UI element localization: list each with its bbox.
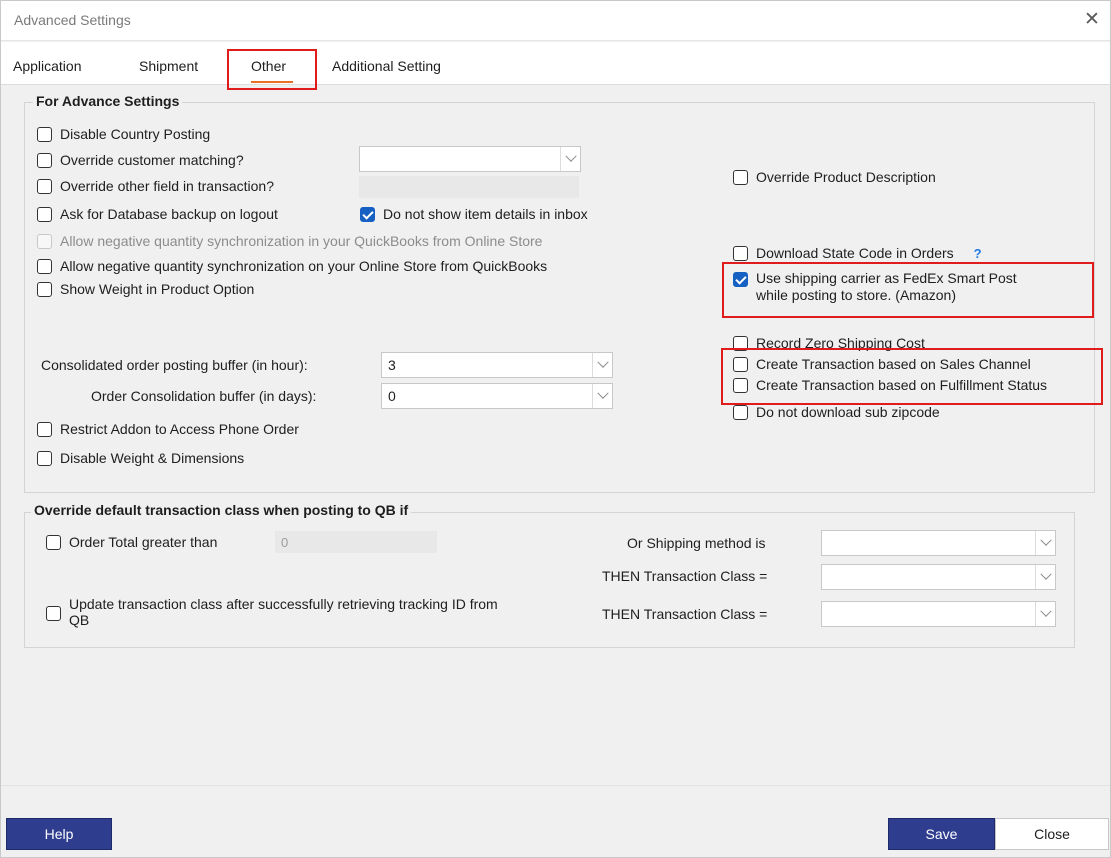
consolidation-days-value: 0: [388, 388, 396, 404]
no-item-details-row[interactable]: Do not show item details in inbox: [360, 204, 588, 224]
chevron-down-icon[interactable]: [592, 384, 612, 408]
no-item-details-checkbox[interactable]: [360, 206, 375, 222]
consolidation-days-select[interactable]: 0: [381, 383, 613, 409]
ask-backup-label: Ask for Database backup on logout: [60, 206, 278, 222]
ask-backup-row[interactable]: Ask for Database backup on logout: [37, 204, 278, 224]
ask-backup-checkbox[interactable]: [37, 206, 52, 222]
customer-matching-select[interactable]: [359, 146, 581, 172]
order-total-label: Order Total greater than: [69, 534, 218, 550]
fedex-smart-post-row[interactable]: Use shipping carrier as FedEx Smart Post…: [733, 270, 1017, 306]
tab-bar: Application Shipment Other Additional Se…: [1, 42, 1110, 85]
update-class-label-line2: QB: [69, 612, 90, 628]
consolidated-hour-select[interactable]: 3: [381, 352, 613, 378]
no-item-details-label: Do not show item details in inbox: [383, 206, 588, 222]
chevron-down-icon[interactable]: [1035, 602, 1055, 626]
disable-weight-checkbox[interactable]: [37, 450, 52, 466]
footer-separator: [1, 785, 1110, 786]
download-state-code-checkbox[interactable]: [733, 245, 748, 261]
fedex-smart-post-label: Use shipping carrier as FedEx Smart Post…: [756, 270, 1017, 304]
order-total-row[interactable]: Order Total greater than: [46, 532, 217, 552]
consolidated-hour-value: 3: [388, 357, 396, 373]
update-class-label-line1: Update transaction class after successfu…: [69, 596, 498, 612]
then-class-label-1: THEN Transaction Class =: [602, 568, 768, 584]
fedex-smart-post-checkbox[interactable]: [733, 272, 748, 287]
fedex-smart-post-label-line1: Use shipping carrier as FedEx Smart Post: [756, 270, 1017, 286]
chevron-down-icon[interactable]: [592, 353, 612, 377]
highlight-other-tab: [227, 49, 317, 90]
disable-country-posting-label: Disable Country Posting: [60, 126, 211, 142]
other-field-input[interactable]: [359, 176, 579, 198]
chevron-down-icon[interactable]: [560, 147, 580, 171]
advanced-settings-window: Advanced Settings ✕ Application Shipment…: [0, 0, 1111, 858]
download-state-code-label: Download State Code in Orders: [756, 245, 954, 261]
update-class-label: Update transaction class after successfu…: [69, 596, 498, 628]
no-sub-zipcode-row[interactable]: Do not download sub zipcode: [733, 402, 940, 422]
show-weight-checkbox[interactable]: [37, 281, 52, 297]
update-class-row[interactable]: Update transaction class after successfu…: [46, 596, 498, 632]
help-icon[interactable]: ?: [974, 246, 982, 261]
tab-application[interactable]: Application: [13, 58, 82, 74]
show-weight-row[interactable]: Show Weight in Product Option: [37, 279, 254, 299]
override-other-field-label: Override other field in transaction?: [60, 178, 274, 194]
override-other-field-row[interactable]: Override other field in transaction?: [37, 176, 274, 196]
close-button[interactable]: Close: [995, 818, 1109, 850]
allow-negative-qb-checkbox[interactable]: [37, 233, 52, 249]
override-other-field-checkbox[interactable]: [37, 178, 52, 194]
advance-settings-legend: For Advance Settings: [33, 93, 183, 109]
close-icon[interactable]: ✕: [1081, 9, 1103, 31]
chevron-down-icon[interactable]: [1035, 565, 1055, 589]
override-class-legend: Override default transaction class when …: [31, 502, 412, 518]
allow-negative-qb-label: Allow negative quantity synchronization …: [60, 233, 543, 249]
tab-additional-setting[interactable]: Additional Setting: [332, 58, 441, 74]
no-sub-zipcode-checkbox[interactable]: [733, 404, 748, 420]
override-product-desc-checkbox[interactable]: [733, 169, 748, 185]
window-title: Advanced Settings: [14, 12, 131, 28]
allow-negative-store-row[interactable]: Allow negative quantity synchronization …: [37, 256, 547, 276]
then-class-select-1[interactable]: [821, 564, 1056, 590]
shipping-method-label: Or Shipping method is: [627, 535, 766, 551]
chevron-down-icon[interactable]: [1035, 531, 1055, 555]
tab-shipment[interactable]: Shipment: [139, 58, 198, 74]
show-weight-label: Show Weight in Product Option: [60, 281, 255, 297]
download-state-code-row[interactable]: Download State Code in Orders ?: [733, 243, 982, 263]
disable-weight-label: Disable Weight & Dimensions: [60, 450, 245, 466]
help-button[interactable]: Help: [6, 818, 112, 850]
override-customer-matching-label: Override customer matching?: [60, 152, 244, 168]
disable-country-posting-checkbox[interactable]: [37, 126, 52, 142]
fedex-smart-post-label-line2: while posting to store. (Amazon): [756, 287, 956, 303]
override-customer-matching-row[interactable]: Override customer matching?: [37, 150, 244, 170]
then-class-label-2: THEN Transaction Class =: [602, 606, 768, 622]
allow-negative-store-label: Allow negative quantity synchronization …: [60, 258, 548, 274]
title-bar: Advanced Settings ✕: [1, 1, 1110, 41]
then-class-select-2[interactable]: [821, 601, 1056, 627]
order-total-input[interactable]: 0: [275, 531, 437, 553]
override-product-desc-label: Override Product Description: [756, 169, 936, 185]
shipping-method-select[interactable]: [821, 530, 1056, 556]
restrict-addon-label: Restrict Addon to Access Phone Order: [60, 421, 299, 437]
restrict-addon-row[interactable]: Restrict Addon to Access Phone Order: [37, 419, 299, 439]
save-button[interactable]: Save: [888, 818, 995, 850]
order-total-checkbox[interactable]: [46, 534, 61, 550]
consolidation-days-label: Order Consolidation buffer (in days):: [91, 388, 317, 404]
override-customer-matching-checkbox[interactable]: [37, 152, 52, 168]
no-sub-zipcode-label: Do not download sub zipcode: [756, 404, 940, 420]
highlight-create-transaction: [721, 348, 1103, 405]
disable-weight-row[interactable]: Disable Weight & Dimensions: [37, 448, 244, 468]
allow-negative-store-checkbox[interactable]: [37, 258, 52, 274]
restrict-addon-checkbox[interactable]: [37, 421, 52, 437]
consolidated-hour-label: Consolidated order posting buffer (in ho…: [41, 357, 308, 373]
allow-negative-qb-row[interactable]: Allow negative quantity synchronization …: [37, 231, 542, 251]
override-product-desc-row[interactable]: Override Product Description: [733, 167, 936, 187]
disable-country-posting-row[interactable]: Disable Country Posting: [37, 124, 210, 144]
update-class-checkbox[interactable]: [46, 606, 61, 621]
